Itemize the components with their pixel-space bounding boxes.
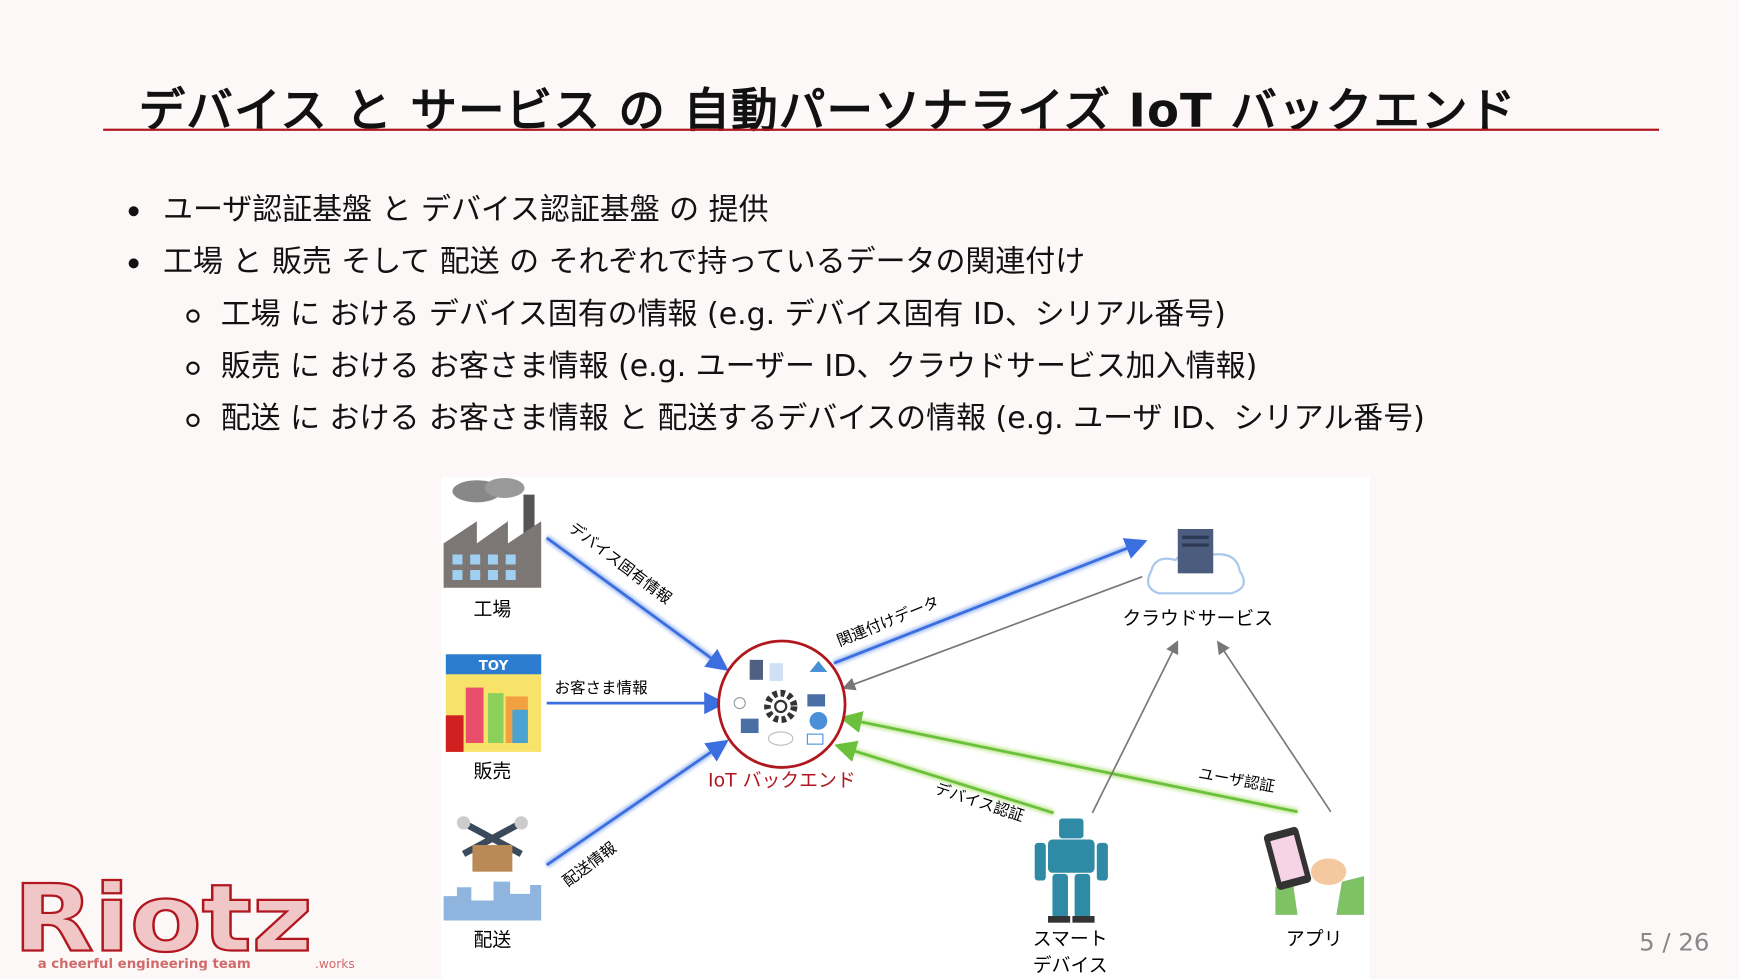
factory-icon [443, 477, 542, 588]
toy-sign: TOY [479, 659, 509, 674]
diagram-canvas: デバイス固有情報 お客さま情報 配送情報 関連付けデータ デバイス認証 ユーザ認… [443, 477, 1365, 976]
node-label-smart-device-2: デバイス [1033, 954, 1108, 976]
node-label-factory: 工場 [474, 598, 512, 620]
title-divider [103, 128, 1660, 131]
riotz-logo: Riotz a cheerful engineering team .works [12, 859, 357, 974]
architecture-diagram: デバイス固有情報 お客さま情報 配送情報 関連付けデータ デバイス認証 ユーザ認… [441, 476, 1370, 979]
arrow-user-auth [839, 711, 1299, 816]
node-label-backend: IoT バックエンド [708, 769, 856, 791]
node-label-delivery: 配送 [474, 929, 512, 951]
bullet-list: ユーザ認証基盤 と デバイス認証基盤 の 提供 工場 と 販売 そして 配送 の… [122, 184, 1425, 445]
bullet-item: ユーザ認証基盤 と デバイス認証基盤 の 提供 [122, 184, 1425, 236]
arrow-backend-to-cloud [832, 538, 1148, 667]
smartphone-app-icon [1263, 826, 1365, 915]
page-number: 5 / 26 [1639, 929, 1710, 958]
smart-device-robot-icon [1034, 818, 1108, 923]
cloud-server-icon [1146, 528, 1245, 595]
logo-suffix: .works [315, 957, 355, 970]
sub-bullet-item: 配送 に おける お客さま情報 と 配送するデバイスの情報 (e.g. ユーザ … [122, 393, 1425, 445]
arrow-delivery-to-backend [544, 739, 729, 868]
node-label-smart-device-1: スマート [1033, 929, 1108, 950]
node-label-app: アプリ [1286, 928, 1343, 950]
logo-wordmark: Riotz [13, 864, 312, 970]
drone-delivery-icon [443, 816, 542, 921]
logo-tagline: a cheerful engineering team [38, 957, 251, 970]
iot-backend-icon [717, 639, 847, 769]
arrow-cloud-to-backend [841, 575, 1143, 691]
node-label-cloud: クラウドサービス [1122, 607, 1273, 629]
edge-label-customer-info: お客さま情報 [555, 679, 649, 697]
sub-bullet-item: 工場 に おける デバイス固有の情報 (e.g. デバイス固有 ID、シリアル番… [122, 288, 1425, 340]
bullet-item: 工場 と 販売 そして 配送 の それぞれで持っているデータの関連付け [122, 236, 1425, 288]
arrow-factory-to-backend [544, 535, 729, 671]
sub-bullet-item: 販売 に おける お客さま情報 (e.g. ユーザー ID、クラウドサービス加入… [122, 340, 1425, 392]
node-label-sales: 販売 [474, 760, 512, 782]
